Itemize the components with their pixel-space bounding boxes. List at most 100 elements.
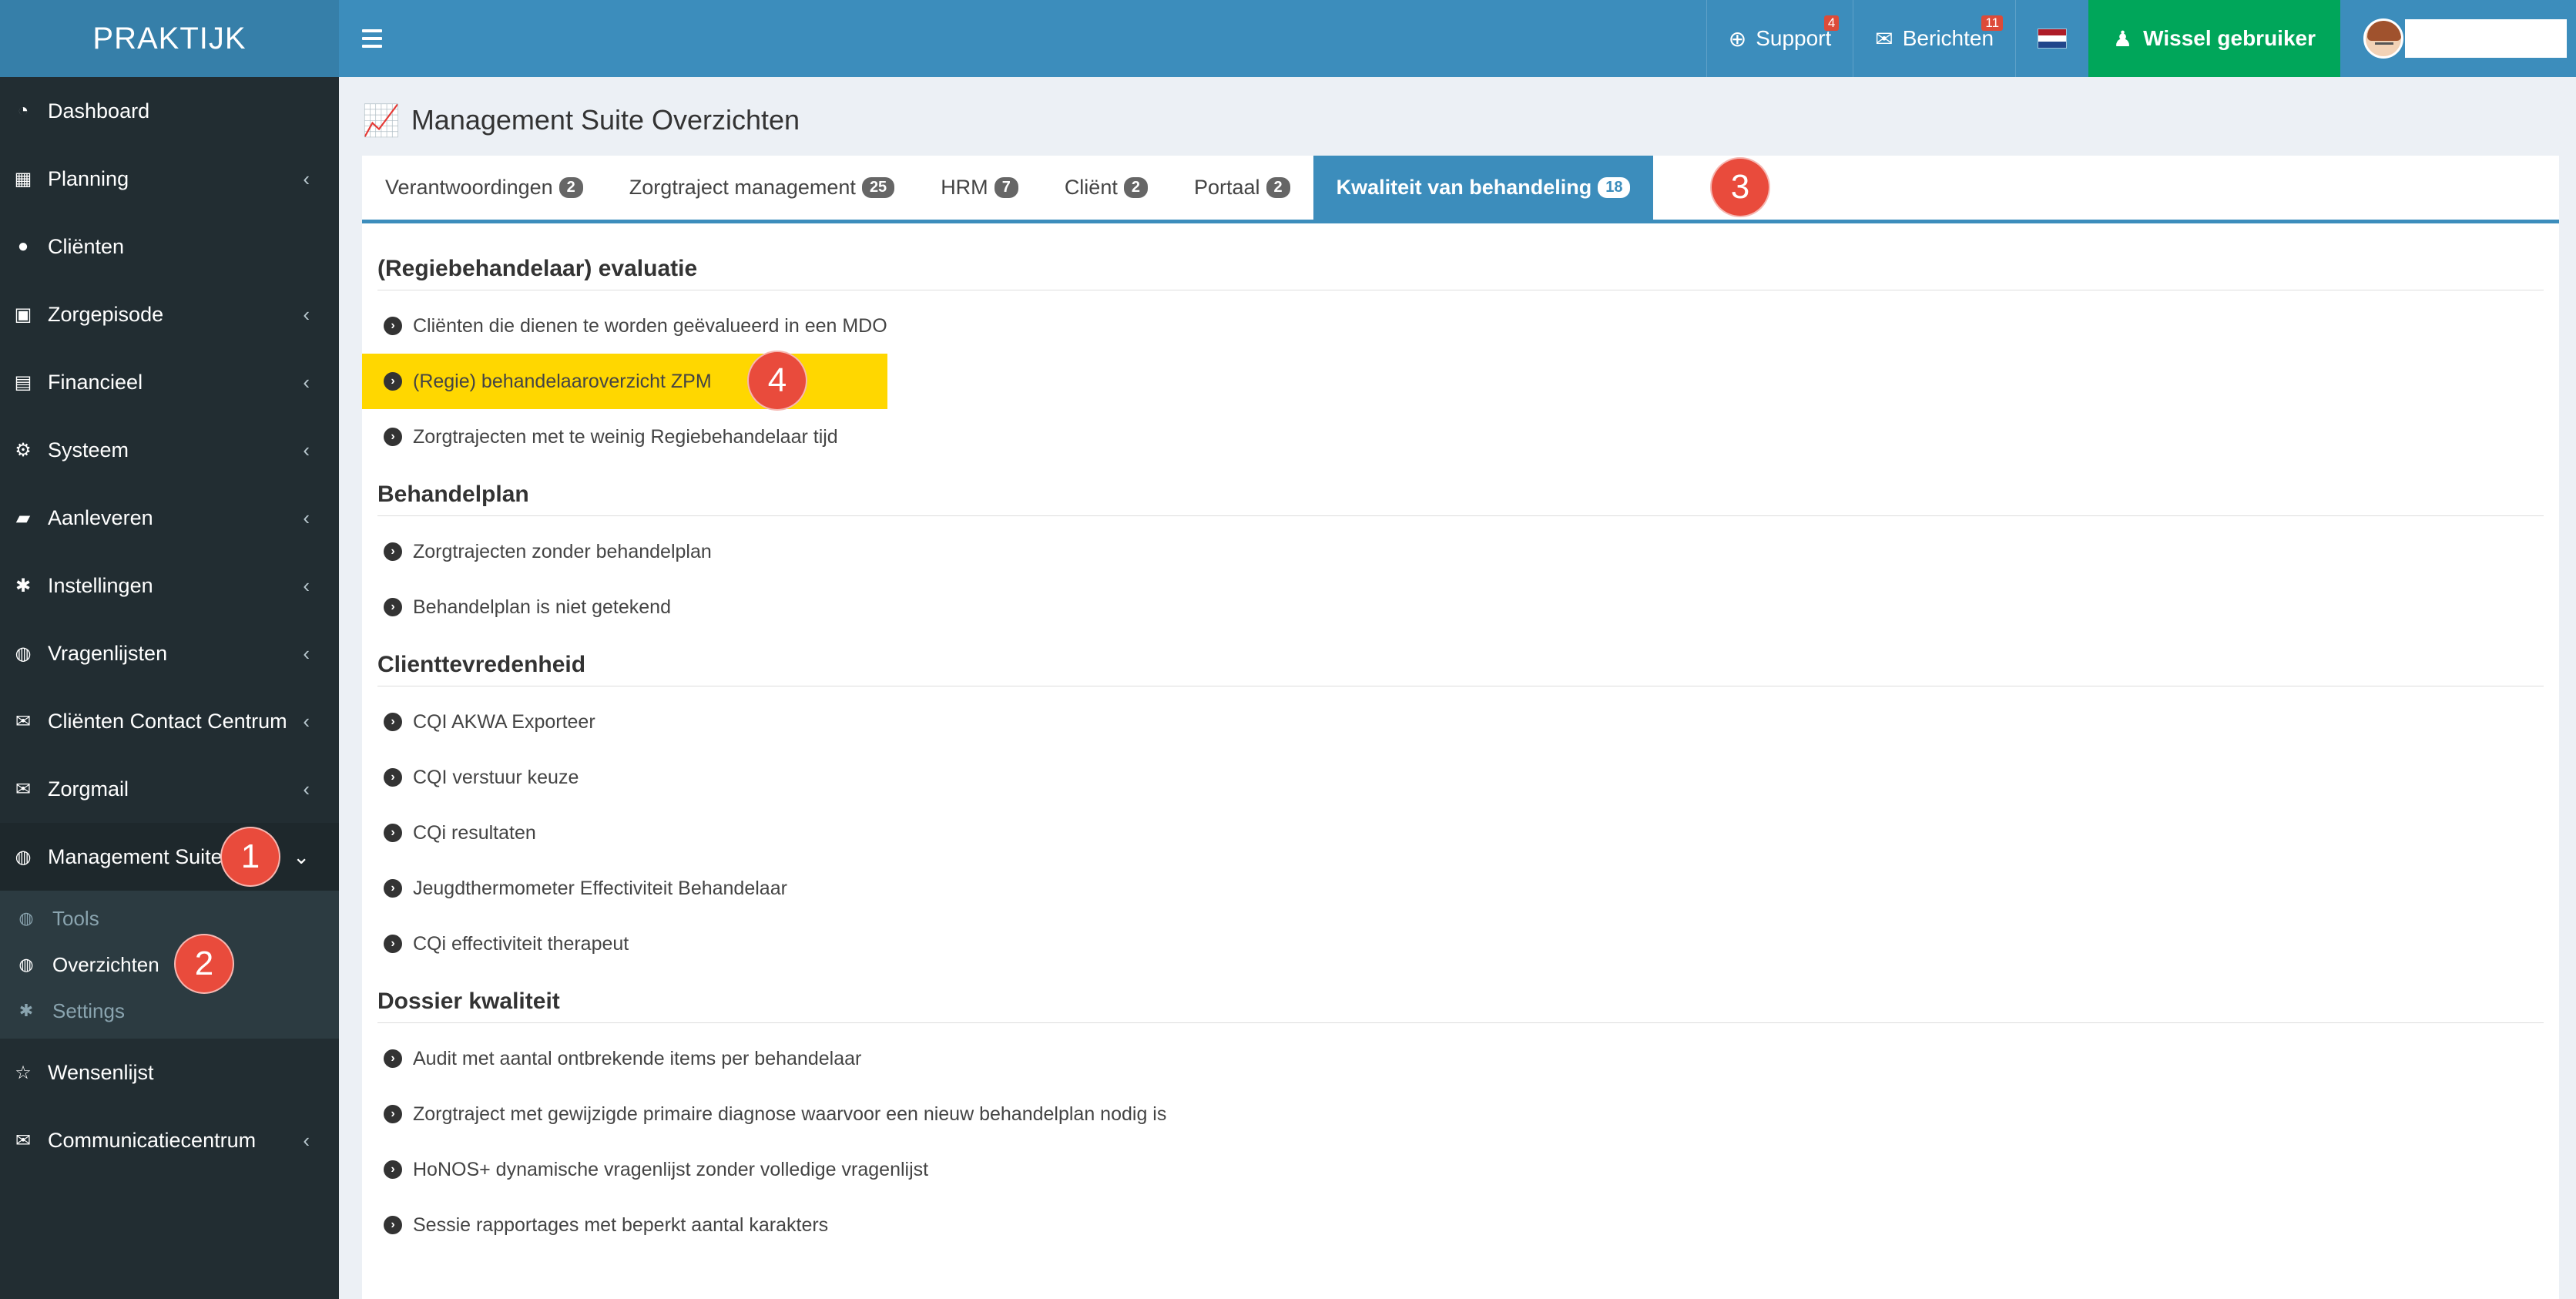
circle-chevron-right-icon: › xyxy=(384,428,402,446)
sidebar-item-instellingen[interactable]: ✱ Instellingen ‹ xyxy=(0,552,339,619)
tab-label: Portaal xyxy=(1193,176,1260,199)
sidebar-item-vragenlijsten[interactable]: ◍ Vragenlijsten ‹ xyxy=(0,619,339,687)
circle-chevron-right-icon: › xyxy=(384,1160,402,1179)
globe-icon: ◍ xyxy=(18,955,34,974)
report-link[interactable]: › CQi effectiviteit therapeut xyxy=(377,916,2544,972)
tab-verantwoordingen[interactable]: Verantwoordingen 2 xyxy=(362,156,606,220)
report-link-label: HoNOS+ dynamische vragenlijst zonder vol… xyxy=(413,1158,929,1180)
user-name-box xyxy=(2405,19,2567,58)
report-link[interactable]: › HoNOS+ dynamische vragenlijst zonder v… xyxy=(377,1142,2544,1197)
report-link-label: Zorgtraject met gewijzigde primaire diag… xyxy=(413,1103,1167,1125)
gear-icon: ✱ xyxy=(15,575,32,596)
book-icon: ▤ xyxy=(14,371,32,393)
sidebar-item-wensenlijst[interactable]: ☆ Wensenlijst xyxy=(0,1039,339,1106)
report-link[interactable]: › Audit met aantal ontbrekende items per… xyxy=(377,1031,2544,1086)
circle-chevron-right-icon: › xyxy=(384,598,402,616)
avatar xyxy=(2363,18,2403,59)
switch-user-label: Wissel gebruiker xyxy=(2143,26,2316,50)
sidebar-item-label: Planning xyxy=(48,166,129,190)
user-icon: ● xyxy=(17,236,29,257)
tab-hrm[interactable]: HRM 7 xyxy=(917,156,1041,220)
sidebar-item-financieel[interactable]: ▤ Financieel ‹ xyxy=(0,348,339,416)
report-link[interactable]: › Zorgtrajecten zonder behandelplan xyxy=(377,524,2544,579)
circle-chevron-right-icon: › xyxy=(384,935,402,953)
submenu-item-settings[interactable]: ✱ Settings xyxy=(0,988,339,1034)
globe-icon: ◍ xyxy=(15,846,32,868)
sidebar-item-aanleveren[interactable]: ▰ Aanleveren ‹ xyxy=(0,484,339,552)
sidebar-item-clienten-contact-centrum[interactable]: ✉ Cliënten Contact Centrum ‹ xyxy=(0,687,339,755)
tab-count-badge: 2 xyxy=(1123,177,1148,198)
report-link[interactable]: › CQI AKWA Exporteer xyxy=(377,694,2544,750)
brand-logo[interactable]: PRAKTIJK xyxy=(0,0,339,77)
tab-count-badge: 18 xyxy=(1598,177,1631,198)
sidebar-toggle-icon[interactable] xyxy=(362,23,382,54)
messages-label: Berichten xyxy=(1902,26,1994,50)
circle-chevron-right-icon: › xyxy=(384,879,402,898)
globe-icon: ◍ xyxy=(15,643,32,664)
section-title: Behandelplan xyxy=(377,477,2544,516)
tab-zorgtraject-management[interactable]: Zorgtraject management 25 xyxy=(606,156,917,220)
chevron-left-icon: ‹ xyxy=(303,505,310,529)
tab-portaal[interactable]: Portaal 2 xyxy=(1171,156,1313,220)
report-link-label: CQI AKWA Exporteer xyxy=(413,710,595,733)
sidebar-item-label: Management Suite xyxy=(48,844,223,868)
sidebar-item-management-suite[interactable]: ◍ Management Suite ⌄ 1 xyxy=(0,823,339,891)
sidebar-item-zorgmail[interactable]: ✉ Zorgmail ‹ xyxy=(0,755,339,823)
circle-chevron-right-icon: › xyxy=(384,1216,402,1234)
sidebar-item-label: Dashboard xyxy=(48,99,150,123)
page-header: 📈 Management Suite Overzichten xyxy=(362,99,800,142)
support-label: Support xyxy=(1756,26,1832,50)
sidebar-item-label: Zorgmail xyxy=(48,777,129,801)
tab-label: Verantwoordingen xyxy=(385,176,553,199)
chevron-left-icon: ‹ xyxy=(303,641,310,665)
report-link[interactable]: › Jeugdthermometer Effectiviteit Behande… xyxy=(377,861,2544,916)
submenu-item-label: Overzichten xyxy=(52,952,159,976)
truck-icon: ▰ xyxy=(15,507,31,529)
support-button[interactable]: ⊕ Support 4 xyxy=(1706,0,1853,77)
annotation-marker-3: 3 xyxy=(1710,157,1770,217)
report-link[interactable]: › CQI verstuur keuze xyxy=(377,750,2544,805)
chevron-left-icon: ‹ xyxy=(303,302,310,326)
report-link[interactable]: › Sessie rapportages met beperkt aantal … xyxy=(377,1197,2544,1253)
section-title: Dossier kwaliteit xyxy=(377,984,2544,1023)
tab-client[interactable]: Cliënt 2 xyxy=(1041,156,1171,220)
report-link-label: Zorgtrajecten met te weinig Regiebehande… xyxy=(413,425,838,448)
submenu-item-overzichten[interactable]: ◍ Overzichten 2 xyxy=(0,934,339,994)
submenu-item-tools[interactable]: ◍ Tools xyxy=(0,895,339,942)
circle-chevron-right-icon: › xyxy=(384,372,402,391)
chevron-left-icon: ‹ xyxy=(303,166,310,190)
circle-chevron-right-icon: › xyxy=(384,1105,402,1123)
globe-icon: ◍ xyxy=(18,908,34,928)
annotation-marker-2: 2 xyxy=(174,934,234,994)
dashboard-icon: ◔ xyxy=(17,100,29,121)
submenu-item-label: Tools xyxy=(52,906,99,930)
sidebar-item-systeem[interactable]: ⚙ Systeem ‹ xyxy=(0,416,339,484)
report-link[interactable]: › Cliënten die dienen te worden geëvalue… xyxy=(377,298,2544,354)
report-link[interactable]: › Zorgtrajecten met te weinig Regiebehan… xyxy=(377,409,2544,465)
suitcase-icon: ▣ xyxy=(14,304,32,325)
annotation-marker-1: 1 xyxy=(220,827,280,887)
envelope-icon: ✉ xyxy=(1875,26,1893,51)
circle-chevron-right-icon: › xyxy=(384,1049,402,1068)
circle-chevron-right-icon: › xyxy=(384,713,402,731)
tab-kwaliteit-van-behandeling[interactable]: Kwaliteit van behandeling 18 xyxy=(1313,156,1654,220)
sidebar-item-communicatiecentrum[interactable]: ✉ Communicatiecentrum ‹ xyxy=(0,1106,339,1174)
report-link-highlighted[interactable]: › (Regie) behandelaaroverzicht ZPM 4 xyxy=(362,351,887,411)
gear-icon: ✱ xyxy=(18,1001,34,1020)
envelope-icon: ✉ xyxy=(15,778,32,800)
report-link[interactable]: › CQi resultaten xyxy=(377,805,2544,861)
sidebar-item-planning[interactable]: ▦ Planning ‹ xyxy=(0,145,339,213)
messages-button[interactable]: ✉ Berichten 11 xyxy=(1853,0,2015,77)
language-flag-button[interactable] xyxy=(2015,0,2088,77)
circle-chevron-right-icon: › xyxy=(384,824,402,842)
sidebar-item-zorgepisode[interactable]: ▣ Zorgepisode ‹ xyxy=(0,280,339,348)
sidebar-item-clienten[interactable]: ● Cliënten xyxy=(0,213,339,280)
sidebar-item-label: Aanleveren xyxy=(48,505,153,529)
overview-panel: Verantwoordingen 2 Zorgtraject managemen… xyxy=(362,156,2559,1299)
navbar-right: ⊕ Support 4 ✉ Berichten 11 ♟ Wissel gebr… xyxy=(1706,0,2576,77)
report-link[interactable]: › Behandelplan is niet getekend xyxy=(377,579,2544,635)
switch-user-button[interactable]: ♟ Wissel gebruiker xyxy=(2088,0,2340,77)
sidebar-item-dashboard[interactable]: ◔ Dashboard xyxy=(0,77,339,145)
user-menu[interactable] xyxy=(2340,0,2576,77)
report-link[interactable]: › Zorgtraject met gewijzigde primaire di… xyxy=(377,1086,2544,1142)
